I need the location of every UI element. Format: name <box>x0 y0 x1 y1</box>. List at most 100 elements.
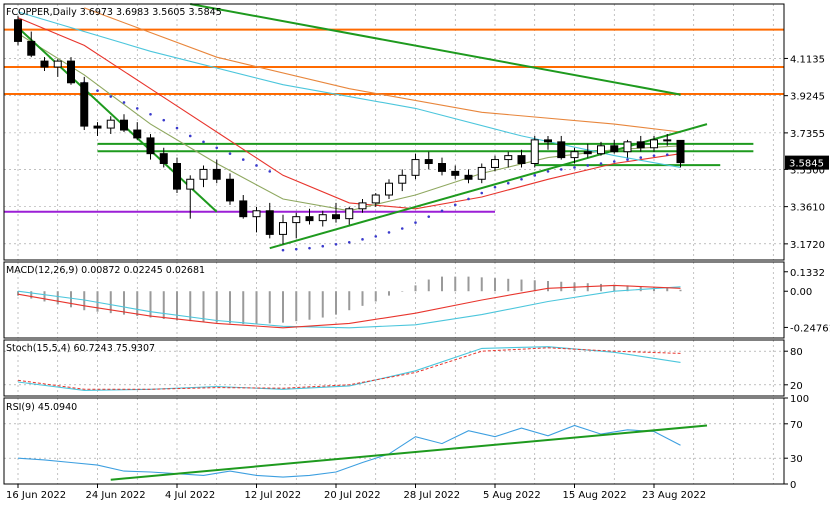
macd-histogram-bar <box>43 291 46 302</box>
candle-body <box>610 145 619 153</box>
macd-histogram-bar <box>242 291 245 325</box>
series-layer <box>4 3 784 481</box>
price-tick-label: 3.7355 <box>790 129 825 140</box>
stoch-tick-label: 80 <box>790 347 803 358</box>
candle-body <box>464 174 473 180</box>
candle-body <box>517 155 526 165</box>
sar-dot <box>255 164 258 167</box>
candle-body <box>358 202 367 210</box>
macd-histogram-bar <box>441 276 443 292</box>
sar-dot <box>467 197 470 201</box>
candle-body <box>570 151 579 159</box>
macd-histogram-bar <box>17 291 19 296</box>
stoch-tick-label: 20 <box>790 381 803 392</box>
macd-tick-label: -0.24761 <box>790 323 830 334</box>
macd-histogram-bar <box>600 283 602 292</box>
price-tick-label: 3.3610 <box>790 203 825 214</box>
macd-histogram-bar <box>414 285 417 292</box>
macd-histogram-bar <box>335 291 337 315</box>
candle-body <box>491 159 499 168</box>
candle-body <box>438 163 446 172</box>
current-price-label: 3.5845 <box>789 159 824 170</box>
candle-body <box>265 210 274 235</box>
candle-body <box>80 82 89 127</box>
macd-histogram-bar <box>388 291 390 296</box>
macd-histogram-bar <box>255 291 258 325</box>
macd-histogram-bar <box>268 291 271 324</box>
date-tick-label: 24 Jun 2022 <box>86 490 146 501</box>
macd-histogram-bar <box>679 289 682 292</box>
moving-average-line <box>17 17 681 210</box>
macd-histogram-bar <box>70 291 72 308</box>
candle-body <box>239 200 248 218</box>
stoch-panel-header: Stoch(15,5,4) 60.7243 75.9307 <box>6 343 155 354</box>
macd-histogram-bar <box>215 291 218 323</box>
rsi-panel-header: RSI(9) 45.0940 <box>6 402 77 413</box>
price-panel-header: FCOPPER,Daily 3.6973 3.6983 3.5605 3.584… <box>6 7 222 18</box>
rsi-tick-label: 0 <box>790 480 796 491</box>
candle-body <box>371 194 380 204</box>
sar-dot <box>559 168 563 171</box>
sar-dot <box>361 238 364 241</box>
candle-body <box>424 159 433 165</box>
macd-histogram-bar <box>229 291 231 324</box>
price-tick-label: 3.1720 <box>790 240 825 251</box>
date-tick-label: 20 Jul 2022 <box>324 490 381 501</box>
date-tick-label: 15 Aug 2022 <box>563 490 627 501</box>
sar-dot <box>546 170 550 173</box>
sar-dot <box>241 158 245 161</box>
sar-dot <box>268 170 272 173</box>
sar-dot <box>573 166 576 169</box>
date-tick-label: 23 Aug 2022 <box>642 490 706 501</box>
sar-dot <box>652 154 656 157</box>
sar-dot <box>599 162 603 165</box>
candle-body <box>67 60 75 84</box>
moving-average-line <box>17 33 681 212</box>
sar-dot <box>188 134 192 138</box>
macd-histogram-bar <box>494 278 496 292</box>
moving-average-line <box>84 7 681 133</box>
macd-histogram-bar <box>361 291 364 306</box>
sar-dot <box>347 240 351 244</box>
grid-layer <box>4 4 784 484</box>
sar-dot <box>281 248 285 252</box>
macd-histogram-bar <box>202 291 205 322</box>
sar-dot <box>175 126 179 130</box>
rsi-trendline <box>110 424 708 481</box>
candle-body <box>40 60 49 68</box>
price-tick-label: 4.1135 <box>790 54 825 65</box>
macd-histogram-bar <box>467 276 470 292</box>
macd-histogram-bar <box>149 291 152 318</box>
sar-dot <box>493 185 497 189</box>
candle-body <box>186 178 195 190</box>
sar-dot <box>162 118 166 122</box>
sar-dot <box>440 209 444 213</box>
candle-body <box>583 151 592 155</box>
sar-dot <box>149 112 152 116</box>
sar-dot <box>228 152 232 155</box>
candle-body <box>332 214 340 220</box>
macd-histogram-bar <box>507 278 510 292</box>
macd-histogram-bar <box>547 281 549 292</box>
rsi-line <box>17 424 681 478</box>
sar-dot <box>506 181 510 185</box>
candle-body <box>252 210 261 218</box>
sar-dot <box>480 191 484 195</box>
trendline <box>190 3 681 96</box>
candle-body <box>385 182 393 196</box>
candle-body <box>146 137 155 155</box>
macd-histogram-bar <box>56 291 59 305</box>
candle-body <box>53 60 62 68</box>
candle-body <box>345 208 354 220</box>
macd-histogram-bar <box>348 291 351 311</box>
sar-dot <box>387 231 391 234</box>
rsi-tick-label: 70 <box>790 420 803 431</box>
macd-histogram-bar <box>123 291 125 315</box>
macd-tick-label: 0.1332 <box>790 268 825 279</box>
macd-histogram-bar <box>176 291 178 321</box>
sar-dot <box>135 107 139 110</box>
macd-panel-header: MACD(12,26,9) 0.00872 0.02245 0.02681 <box>6 265 205 276</box>
price-tick-label: 3.9245 <box>790 92 825 103</box>
date-tick-label: 12 Jul 2022 <box>245 490 302 501</box>
candle-body <box>557 141 566 159</box>
